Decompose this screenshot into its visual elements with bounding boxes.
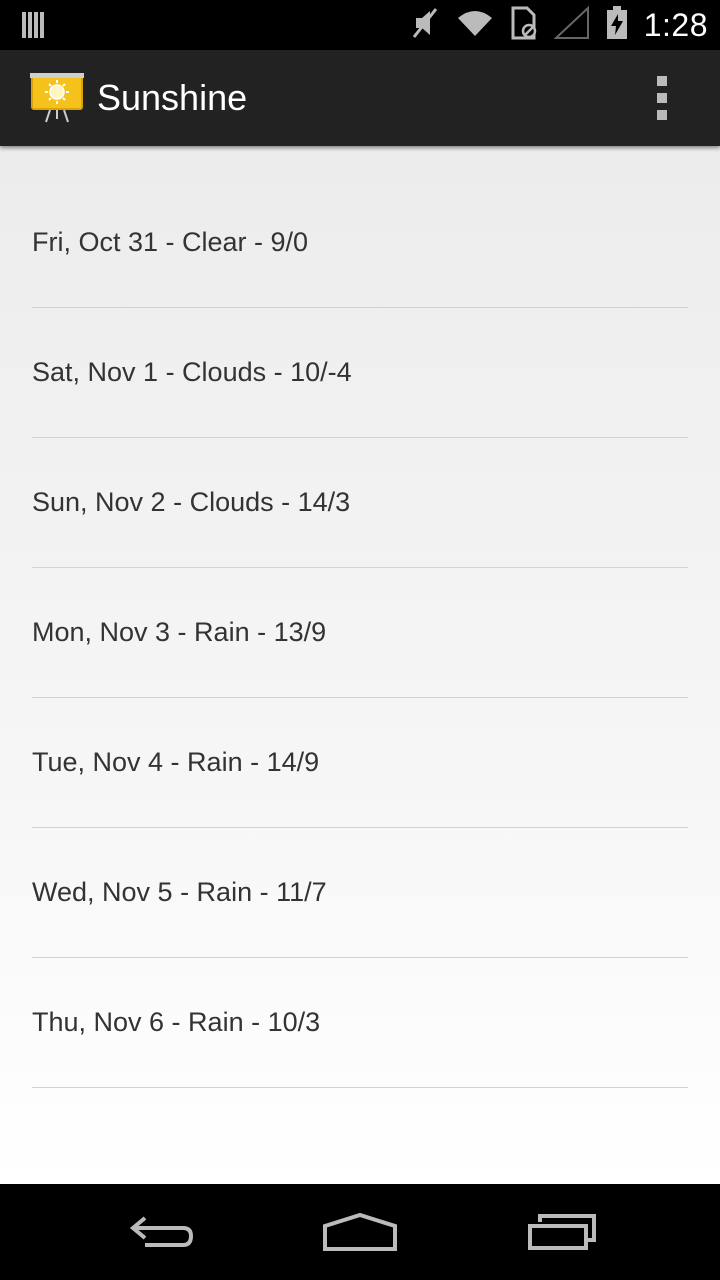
signal-icon: [553, 5, 590, 45]
recent-apps-icon[interactable]: [517, 1204, 607, 1260]
forecast-item[interactable]: Sat, Nov 1 - Clouds - 10/-4: [32, 308, 688, 438]
app-title: Sunshine: [97, 77, 248, 118]
forecast-list: Fri, Oct 31 - Clear - 9/0 Sat, Nov 1 - C…: [32, 178, 688, 1088]
battery-charging-icon: [606, 5, 628, 45]
mute-icon: [410, 6, 440, 45]
navigation-bar: [0, 1184, 720, 1280]
wifi-icon: [456, 8, 494, 43]
screen: 1:28 Sunshine Fri, Oct 31 - Clear - 9/0 …: [0, 0, 720, 1280]
home-icon[interactable]: [315, 1204, 405, 1260]
forecast-item[interactable]: Mon, Nov 3 - Rain - 13/9: [32, 568, 688, 698]
overflow-menu-icon[interactable]: [642, 76, 682, 120]
sim-icon: [510, 6, 538, 45]
forecast-item[interactable]: Tue, Nov 4 - Rain - 14/9: [32, 698, 688, 828]
forecast-content: Fri, Oct 31 - Clear - 9/0 Sat, Nov 1 - C…: [0, 146, 720, 1184]
notification-icon: [22, 10, 48, 45]
forecast-item[interactable]: Fri, Oct 31 - Clear - 9/0: [32, 178, 688, 308]
status-time: 1:28: [643, 6, 708, 43]
sunshine-app-icon[interactable]: [30, 72, 84, 124]
back-icon[interactable]: [115, 1204, 205, 1260]
forecast-item[interactable]: Wed, Nov 5 - Rain - 11/7: [32, 828, 688, 958]
forecast-item[interactable]: Sun, Nov 2 - Clouds - 14/3: [32, 438, 688, 568]
forecast-item[interactable]: Thu, Nov 6 - Rain - 10/3: [32, 958, 688, 1088]
status-bar: 1:28: [0, 0, 720, 50]
action-bar: Sunshine: [0, 50, 720, 146]
